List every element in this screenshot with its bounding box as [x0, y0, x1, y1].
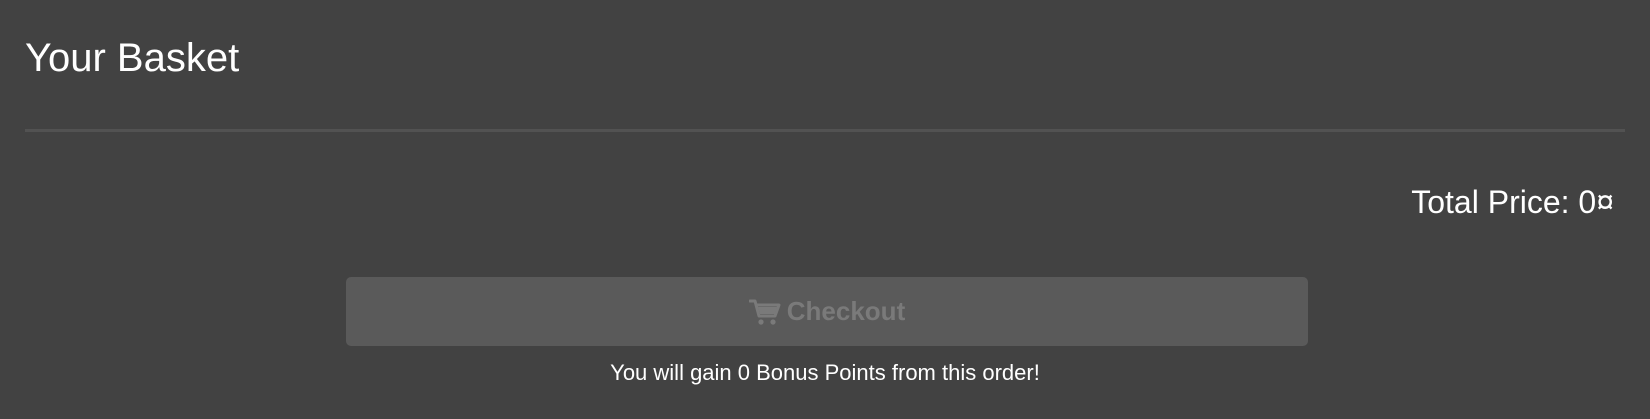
basket-card: Your Basket Total Price: 0¤ Checkout You…	[0, 0, 1650, 419]
page-title: Your Basket	[25, 36, 240, 80]
total-price: Total Price: 0¤	[1411, 184, 1614, 220]
shopping-cart-icon	[748, 298, 781, 326]
checkout-button[interactable]: Checkout	[346, 277, 1308, 346]
checkout-label: Checkout	[786, 296, 906, 326]
title-divider	[25, 129, 1625, 132]
bonus-points-message: You will gain 0 Bonus Points from this o…	[610, 360, 1040, 385]
